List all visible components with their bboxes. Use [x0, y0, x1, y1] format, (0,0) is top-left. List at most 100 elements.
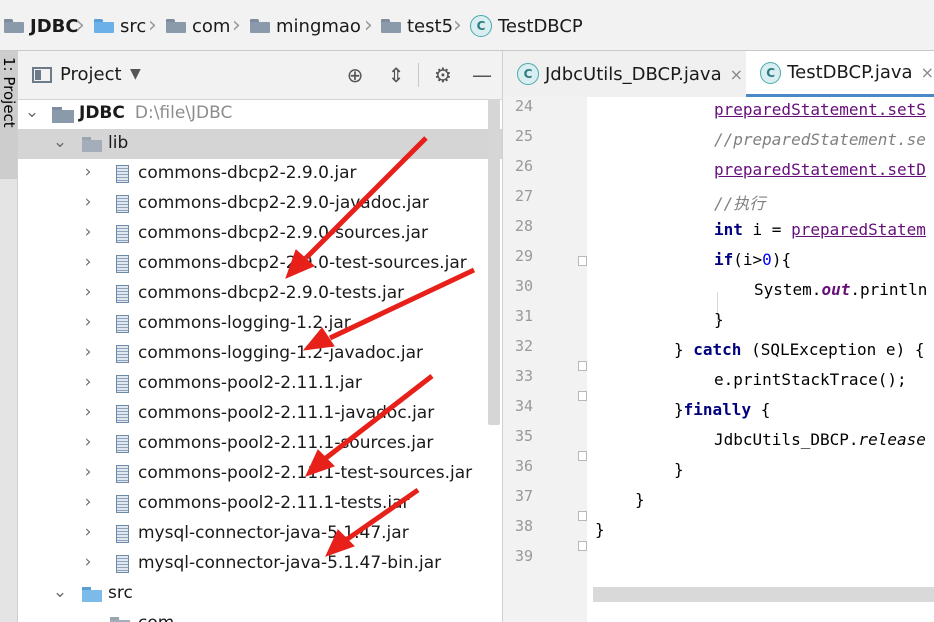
chevron-right-icon[interactable]: ›: [80, 552, 96, 572]
breadcrumb-jdbc[interactable]: JDBC: [4, 14, 79, 38]
project-tree: ⌄ JDBC D:\file\JDBC ⌄ lib › commons-dbcp2…: [18, 99, 502, 622]
tree-node-label: commons-pool2-2.11.1-tests.jar: [138, 493, 410, 513]
jar-archive-icon: [116, 225, 129, 243]
tree-node-jar[interactable]: › commons-dbcp2-2.9.0-test-sources.jar: [18, 249, 502, 279]
tree-node-com[interactable]: ⌄ com: [18, 609, 502, 622]
chevron-right-icon[interactable]: ›: [80, 252, 96, 272]
fold-marker-icon[interactable]: [578, 541, 587, 551]
jar-archive-icon: [116, 495, 129, 513]
tab-testdbcp[interactable]: C TestDBCP.java ×: [746, 51, 934, 97]
project-panel-header: Project ▼ ⊕ ⇕ ⚙ —: [18, 51, 502, 100]
breadcrumb-testdbcp[interactable]: C TestDBCP: [470, 14, 583, 38]
chevron-right-icon[interactable]: ›: [80, 462, 96, 482]
chevron-down-icon[interactable]: ⌄: [52, 582, 68, 602]
chevron-down-icon[interactable]: ⌄: [80, 612, 96, 622]
tree-node-jar[interactable]: › commons-pool2-2.11.1-test-sources.jar: [18, 459, 502, 489]
tree-node-label: commons-pool2-2.11.1-javadoc.jar: [138, 403, 435, 423]
line-number: 27: [514, 187, 533, 205]
line-number: 24: [514, 97, 533, 115]
line-number: 30: [514, 277, 533, 295]
breadcrumb-src[interactable]: src: [94, 14, 146, 38]
code-line: }: [635, 490, 645, 509]
java-class-icon: C: [470, 15, 492, 37]
editor-horizontal-scrollbar[interactable]: [593, 587, 934, 602]
tree-node-jar[interactable]: › commons-logging-1.2-javadoc.jar: [18, 339, 502, 369]
chevron-down-icon[interactable]: ⌄: [24, 102, 40, 122]
fold-marker-icon[interactable]: [578, 361, 587, 371]
chevron-right-icon[interactable]: ›: [80, 282, 96, 302]
jar-archive-icon: [116, 315, 129, 333]
chevron-right-icon[interactable]: ›: [80, 432, 96, 452]
tree-node-root[interactable]: ⌄ JDBC D:\file\JDBC: [18, 99, 502, 129]
line-number: 29: [514, 247, 533, 265]
tab-jdbcutils-dbcp[interactable]: C JdbcUtils_DBCP.java ×: [503, 51, 745, 97]
breadcrumb-label: TestDBCP: [498, 15, 583, 37]
jar-archive-icon: [116, 465, 129, 483]
package-icon: [110, 617, 130, 622]
tree-node-jar[interactable]: › mysql-connector-java-5.1.47-bin.jar: [18, 549, 502, 579]
project-path: D:\file\JDBC: [134, 103, 233, 123]
tree-node-jar[interactable]: › commons-dbcp2-2.9.0.jar: [18, 159, 502, 189]
tree-scrollbar[interactable]: [488, 99, 500, 425]
chevron-right-icon: ›: [453, 13, 462, 38]
chevron-right-icon[interactable]: ›: [80, 312, 96, 332]
chevron-right-icon[interactable]: ›: [80, 402, 96, 422]
source-folder-icon: [94, 19, 114, 33]
fold-marker-icon[interactable]: [578, 391, 587, 401]
line-number: 37: [514, 487, 533, 505]
project-panel-title[interactable]: Project: [60, 64, 122, 85]
gear-icon[interactable]: ⚙: [431, 63, 455, 87]
chevron-right-icon[interactable]: ›: [80, 342, 96, 362]
chevron-down-icon[interactable]: ⌄: [52, 132, 68, 152]
fold-marker-icon[interactable]: [578, 256, 587, 266]
tree-node-jar[interactable]: › commons-pool2-2.11.1-javadoc.jar: [18, 399, 502, 429]
tree-node-jar[interactable]: › commons-pool2-2.11.1-sources.jar: [18, 429, 502, 459]
chevron-right-icon[interactable]: ›: [80, 492, 96, 512]
breadcrumb-test5[interactable]: test5: [381, 14, 453, 38]
code-area[interactable]: preparedStatement.setS //preparedStateme…: [587, 97, 934, 622]
caret-down-icon[interactable]: ▼: [130, 66, 141, 82]
tree-node-label: commons-logging-1.2.jar: [138, 313, 351, 333]
breadcrumb-label: test5: [407, 15, 454, 37]
close-icon[interactable]: ×: [730, 65, 743, 84]
tab-label: JdbcUtils_DBCP.java: [545, 63, 722, 85]
module-folder-icon: [52, 107, 74, 123]
breadcrumb-com[interactable]: com: [166, 14, 230, 38]
tree-node-jar[interactable]: › commons-dbcp2-2.9.0-sources.jar: [18, 219, 502, 249]
tree-node-lib[interactable]: ⌄ lib: [18, 129, 502, 159]
tree-node-src[interactable]: ⌄ src: [18, 579, 502, 609]
tree-node-jar[interactable]: › commons-dbcp2-2.9.0-tests.jar: [18, 279, 502, 309]
tree-node-label: com: [138, 613, 174, 622]
line-number: 39: [514, 547, 533, 565]
locate-icon[interactable]: ⊕: [343, 63, 367, 87]
tree-node-jar[interactable]: › commons-logging-1.2.jar: [18, 309, 502, 339]
code-line: if(i>0){: [714, 250, 792, 269]
toolbar-divider: [418, 63, 419, 87]
tree-node-label: mysql-connector-java-5.1.47-bin.jar: [138, 553, 442, 573]
chevron-right-icon[interactable]: ›: [80, 372, 96, 392]
close-icon[interactable]: ×: [921, 63, 934, 82]
tree-node-jar[interactable]: › commons-pool2-2.11.1-tests.jar: [18, 489, 502, 519]
tree-node-label: commons-logging-1.2-javadoc.jar: [138, 343, 424, 363]
code-line: //preparedStatement.se: [714, 130, 926, 149]
jar-archive-icon: [116, 435, 129, 453]
fold-marker-icon[interactable]: [578, 511, 587, 521]
chevron-right-icon[interactable]: ›: [80, 522, 96, 542]
jar-archive-icon: [116, 255, 129, 273]
chevron-right-icon[interactable]: ›: [80, 222, 96, 242]
collapse-all-icon[interactable]: ⇕: [384, 63, 408, 87]
fold-marker-icon[interactable]: [578, 451, 587, 461]
minimize-icon[interactable]: —: [470, 63, 494, 87]
code-line: }finally {: [674, 400, 771, 419]
tree-node-jar[interactable]: › commons-pool2-2.11.1.jar: [18, 369, 502, 399]
chevron-right-icon[interactable]: ›: [80, 162, 96, 182]
chevron-right-icon[interactable]: ›: [80, 192, 96, 212]
code-line: }: [714, 310, 724, 329]
chevron-right-icon: ›: [76, 13, 85, 38]
package-icon: [250, 19, 270, 33]
tree-node-jar[interactable]: › commons-dbcp2-2.9.0-javadoc.jar: [18, 189, 502, 219]
project-tool-tab[interactable]: 1: Project: [0, 51, 18, 179]
tree-node-jar[interactable]: › mysql-connector-java-5.1.47.jar: [18, 519, 502, 549]
breadcrumb-label: com: [192, 15, 231, 37]
breadcrumb-mingmao[interactable]: mingmao: [250, 14, 361, 38]
